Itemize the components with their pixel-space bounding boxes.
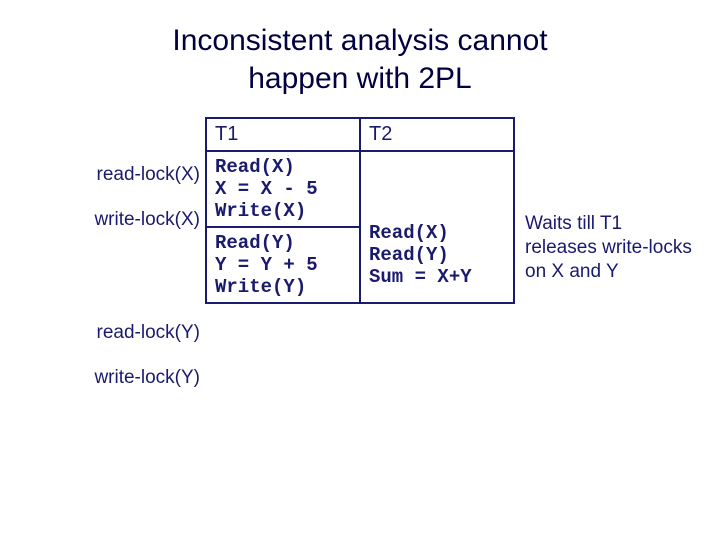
header-t2: T2 [360,118,514,151]
t2-block: Read(X) Read(Y) Sum = X+Y [360,151,514,303]
annotation-read-lock-x: read-lock(X) [85,164,200,186]
annotation-write-lock-y: write-lock(Y) [85,367,200,389]
t1-block-1: Read(X) X = X - 5 Write(X) [206,151,360,227]
annotation-read-lock-y: read-lock(Y) [85,322,200,344]
annotation-waits-note: Waits till T1 releases write-locks on X … [525,212,695,283]
title-line-1: Inconsistent analysis cannot [172,24,547,57]
t1-block-2: Read(Y) Y = Y + 5 Write(Y) [206,227,360,303]
slide-title: Inconsistent analysis cannot happen with… [0,0,720,97]
diagram-stage: T1 T2 Read(X) X = X - 5 Write(X) Read(X)… [0,117,720,497]
schedule-table: T1 T2 Read(X) X = X - 5 Write(X) Read(X)… [205,117,515,304]
annotation-write-lock-x: write-lock(X) [85,209,200,231]
table-row: Read(X) X = X - 5 Write(X) Read(X) Read(… [206,151,514,227]
title-line-2: happen with 2PL [248,62,472,95]
header-t1: T1 [206,118,360,151]
table-header-row: T1 T2 [206,118,514,151]
